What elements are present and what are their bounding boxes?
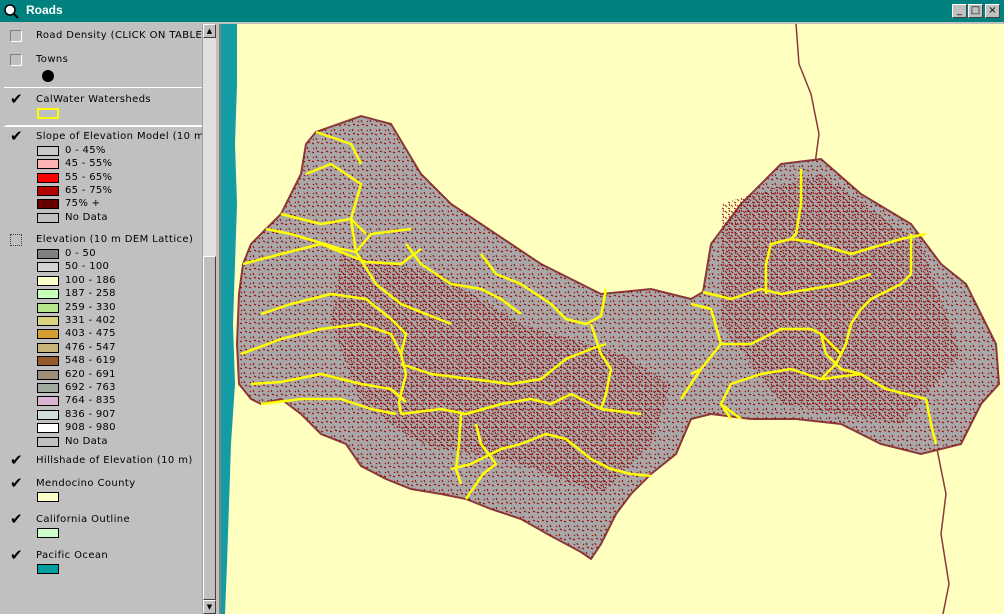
elevation-class-label: 476 - 547 bbox=[65, 341, 116, 353]
slope-class-swatch bbox=[37, 199, 59, 210]
layer-checkbox[interactable] bbox=[10, 30, 22, 42]
watershed-outline-swatch bbox=[37, 108, 59, 119]
elevation-class-label: No Data bbox=[65, 435, 108, 447]
elevation-class-swatch bbox=[37, 302, 59, 313]
checked-icon[interactable]: ✔ bbox=[10, 510, 23, 528]
scroll-up-button[interactable]: ▲ bbox=[203, 24, 216, 38]
elevation-class-label: 187 - 258 bbox=[65, 288, 116, 300]
elevation-class-swatch bbox=[37, 249, 59, 259]
layer-checkbox[interactable] bbox=[10, 234, 22, 246]
california-swatch bbox=[37, 528, 59, 538]
layer-checkbox[interactable] bbox=[10, 54, 22, 66]
elevation-class-swatch bbox=[37, 275, 59, 286]
elevation-class-swatch bbox=[37, 329, 59, 340]
elevation-class-swatch bbox=[37, 356, 59, 367]
map-view[interactable] bbox=[219, 24, 1004, 614]
slope-class-label: 55 - 65% bbox=[65, 171, 113, 183]
map-canvas[interactable] bbox=[221, 24, 1004, 614]
slope-class-label: 0 - 45% bbox=[65, 145, 106, 156]
elevation-class-swatch bbox=[37, 289, 59, 300]
divider bbox=[6, 125, 202, 126]
elevation-class-label: 0 - 50 bbox=[65, 248, 96, 259]
slope-class-label: 75% + bbox=[65, 198, 101, 210]
active-layer-highlight bbox=[4, 87, 202, 127]
elevation-class-swatch bbox=[37, 369, 59, 380]
table-of-contents: Road Density (CLICK ON TABLE Towns ✔ Cal… bbox=[2, 24, 202, 614]
layer-name: Hillshade of Elevation (10 m) bbox=[36, 455, 193, 466]
checked-icon[interactable]: ✔ bbox=[10, 90, 23, 108]
layer-name: Mendocino County bbox=[36, 478, 136, 489]
layer-name: CalWater Watersheds bbox=[36, 94, 152, 105]
layer-name: Road Density (CLICK ON TABLE bbox=[36, 30, 202, 41]
close-button[interactable]: × bbox=[985, 4, 1000, 18]
layer-name: Slope of Elevation Model (10 m) bbox=[36, 131, 202, 142]
elevation-class-swatch bbox=[37, 409, 59, 420]
slope-class-label: 45 - 55% bbox=[65, 158, 113, 170]
elevation-class-label: 50 - 100 bbox=[65, 261, 110, 273]
minimize-button[interactable]: _ bbox=[952, 4, 967, 18]
slope-class-swatch bbox=[37, 146, 59, 156]
mendocino-swatch bbox=[37, 492, 59, 502]
window-titlebar: Roads _ □ × bbox=[0, 0, 1004, 22]
layer-name: Pacific Ocean bbox=[36, 550, 109, 561]
elevation-class-swatch bbox=[37, 262, 59, 273]
elevation-class-label: 764 - 835 bbox=[65, 395, 116, 407]
layer-name: Elevation (10 m DEM Lattice) bbox=[36, 234, 194, 245]
checked-icon[interactable]: ✔ bbox=[10, 451, 23, 469]
elevation-class-label: 403 - 475 bbox=[65, 328, 116, 340]
elevation-class-label: 836 - 907 bbox=[65, 408, 116, 420]
arcview-app-icon[interactable] bbox=[3, 3, 19, 19]
layer-name: Towns bbox=[36, 54, 69, 65]
elevation-class-label: 100 - 186 bbox=[65, 274, 116, 286]
elevation-class-label: 331 - 402 bbox=[65, 315, 116, 326]
elevation-class-label: 548 - 619 bbox=[65, 355, 116, 367]
ocean-swatch bbox=[37, 564, 59, 574]
scroll-thumb[interactable] bbox=[203, 256, 216, 600]
elevation-class-swatch bbox=[37, 396, 59, 407]
elevation-class-swatch bbox=[37, 423, 59, 434]
toc-scrollbar[interactable]: ▲ ▼ bbox=[202, 24, 216, 614]
layer-name: California Outline bbox=[36, 514, 131, 525]
slope-class-label: No Data bbox=[65, 211, 108, 223]
elevation-class-swatch bbox=[37, 316, 59, 326]
elevation-class-label: 908 - 980 bbox=[65, 422, 116, 434]
slope-class-swatch bbox=[37, 212, 59, 223]
scroll-down-button[interactable]: ▼ bbox=[203, 600, 216, 614]
slope-class-swatch bbox=[37, 172, 59, 183]
town-point-symbol bbox=[42, 70, 54, 82]
elevation-class-swatch bbox=[37, 383, 59, 393]
slope-class-label: 65 - 75% bbox=[65, 184, 113, 196]
slope-class-swatch bbox=[37, 185, 59, 196]
checked-icon[interactable]: ✔ bbox=[10, 127, 23, 145]
elevation-class-label: 692 - 763 bbox=[65, 382, 116, 393]
slope-class-swatch bbox=[37, 159, 59, 170]
maximize-button[interactable]: □ bbox=[968, 4, 983, 18]
elevation-class-swatch bbox=[37, 436, 59, 447]
checked-icon[interactable]: ✔ bbox=[10, 474, 23, 492]
elevation-class-label: 620 - 691 bbox=[65, 368, 116, 380]
checked-icon[interactable]: ✔ bbox=[10, 546, 23, 564]
elevation-class-swatch bbox=[37, 342, 59, 353]
elevation-class-label: 259 - 330 bbox=[65, 301, 116, 313]
window-title: Roads bbox=[26, 3, 63, 17]
